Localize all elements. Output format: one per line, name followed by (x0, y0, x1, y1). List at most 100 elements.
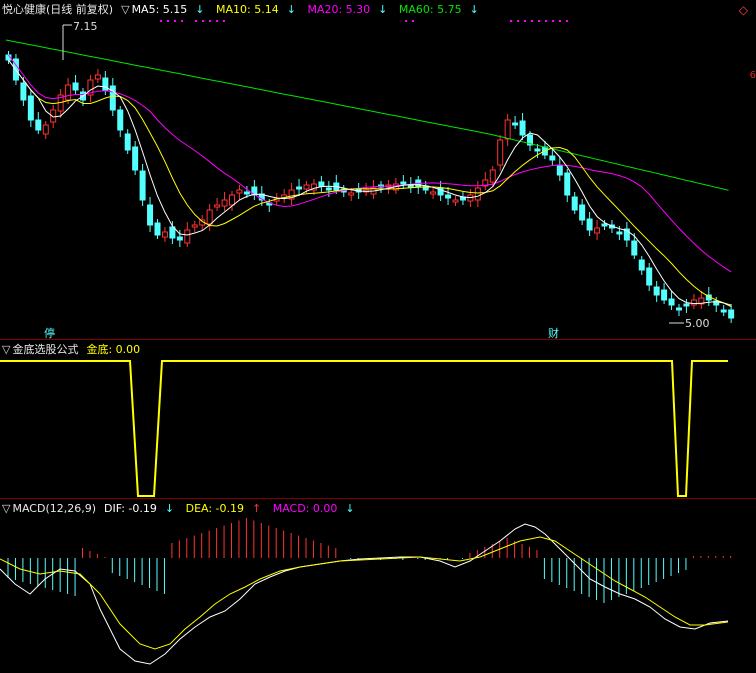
marker-dot (517, 20, 519, 22)
candle[interactable] (445, 194, 452, 199)
candle[interactable] (147, 204, 154, 226)
candle[interactable] (430, 191, 437, 195)
macd-label: MACD: 0.00 ↓ (272, 502, 355, 515)
candle[interactable] (214, 204, 221, 208)
candle[interactable] (139, 170, 146, 201)
suspension-marker[interactable]: 停 (44, 325, 55, 341)
candle[interactable] (132, 146, 139, 171)
candle[interactable] (586, 218, 593, 231)
candlestick-chart[interactable] (0, 0, 756, 339)
dea-label: DEA: -0.19 ↑ (185, 502, 262, 515)
candle[interactable] (594, 227, 601, 234)
candle[interactable] (638, 259, 645, 271)
macd-header: ▽ MACD(12,26,9) DIF: -0.19 ↓ DEA: -0.19 ↑ MA… (2, 502, 363, 516)
candle[interactable] (117, 109, 124, 131)
golden-bottom-pane[interactable]: ▽ 金底选股公式 金底: 0.00 (0, 340, 756, 499)
diamond-icon[interactable]: ◇ (739, 3, 748, 17)
candle[interactable] (42, 124, 49, 135)
candle[interactable] (661, 289, 668, 301)
marker-dot (538, 20, 540, 22)
candle[interactable] (243, 191, 250, 195)
candle[interactable] (229, 194, 235, 206)
candle[interactable] (616, 231, 623, 235)
candle[interactable] (20, 82, 27, 101)
price-pane[interactable]: 悦心健康(日线 前复权) ▽ MA5: 5.15 ↓ MA10: 5.14 ↓ MA20… (0, 0, 756, 340)
settings-triangle-icon[interactable]: ▽ (121, 3, 129, 16)
marker-dot (405, 20, 407, 22)
candle[interactable] (474, 187, 481, 201)
marker-dot (181, 20, 183, 22)
candle[interactable] (221, 199, 228, 207)
marker-dot (223, 20, 225, 22)
ma60-line (5, 39, 729, 191)
low-price-label: 5.00 (685, 317, 710, 330)
candle[interactable] (296, 186, 303, 190)
candle[interactable] (720, 309, 727, 313)
candle[interactable] (35, 119, 42, 131)
candle[interactable] (690, 299, 697, 306)
marker-dot (160, 20, 162, 22)
candle[interactable] (504, 119, 511, 140)
candle[interactable] (564, 172, 571, 196)
candle[interactable] (653, 286, 660, 296)
macd-triangle-icon[interactable]: ▽ (2, 502, 10, 515)
candle[interactable] (124, 133, 131, 151)
candle[interactable] (348, 192, 355, 196)
candle[interactable] (571, 196, 578, 211)
high-price-label: 7.15 (73, 20, 98, 33)
marker-dot (524, 20, 526, 22)
candle[interactable] (191, 224, 198, 228)
candle[interactable] (400, 181, 407, 185)
marker-dot (545, 20, 547, 22)
marker-dot (167, 20, 169, 22)
candle[interactable] (407, 184, 414, 188)
ma10-label: MA10: 5.14 ↓ (216, 3, 296, 16)
ma20-line (8, 54, 732, 273)
dif-label: DIF: -0.19 ↓ (104, 502, 175, 515)
candle[interactable] (646, 267, 653, 286)
marker-dot (209, 20, 211, 22)
candle[interactable] (683, 303, 690, 307)
candle[interactable] (534, 148, 541, 152)
candle[interactable] (303, 184, 310, 190)
ma5-label: MA5: 5.15 ↓ (131, 3, 205, 16)
candle[interactable] (154, 222, 161, 236)
candle[interactable] (94, 74, 101, 80)
macd-chart (0, 518, 732, 665)
candle[interactable] (65, 84, 72, 101)
candle[interactable] (601, 223, 608, 227)
candle[interactable] (676, 307, 682, 311)
candle[interactable] (556, 164, 563, 176)
candle[interactable] (519, 120, 526, 136)
finance-marker[interactable]: 财 (548, 325, 559, 341)
candle[interactable] (176, 236, 183, 241)
ma60-label: MA60: 5.75 ↓ (398, 3, 479, 16)
candle[interactable] (512, 122, 519, 126)
candle[interactable] (549, 155, 556, 161)
candle[interactable] (325, 187, 332, 191)
candle[interactable] (27, 95, 34, 121)
candle[interactable] (497, 139, 504, 166)
macd-pane[interactable]: ▽ MACD(12,26,9) DIF: -0.19 ↓ DEA: -0.19 ↑ MA… (0, 499, 756, 673)
indicator-triangle-icon[interactable]: ▽ (2, 343, 10, 356)
price-axis-edge-label: 6 (749, 70, 756, 81)
candle[interactable] (236, 189, 243, 194)
golden-bottom-line (0, 360, 728, 497)
candle[interactable] (668, 298, 675, 306)
candle[interactable] (452, 199, 459, 203)
candle[interactable] (631, 240, 638, 256)
marker-dot (195, 20, 197, 22)
candle[interactable] (72, 82, 79, 91)
candle[interactable] (728, 309, 735, 319)
ma10-line (8, 59, 732, 306)
candle[interactable] (206, 209, 213, 225)
candle[interactable] (579, 204, 586, 221)
marker-dot (510, 20, 512, 22)
candle[interactable] (161, 231, 168, 238)
marker-dot (559, 20, 561, 22)
candle[interactable] (318, 181, 325, 187)
macd-title: MACD(12,26,9) (12, 502, 97, 515)
candle[interactable] (184, 229, 191, 244)
candle[interactable] (489, 169, 496, 183)
candle[interactable] (169, 226, 176, 239)
